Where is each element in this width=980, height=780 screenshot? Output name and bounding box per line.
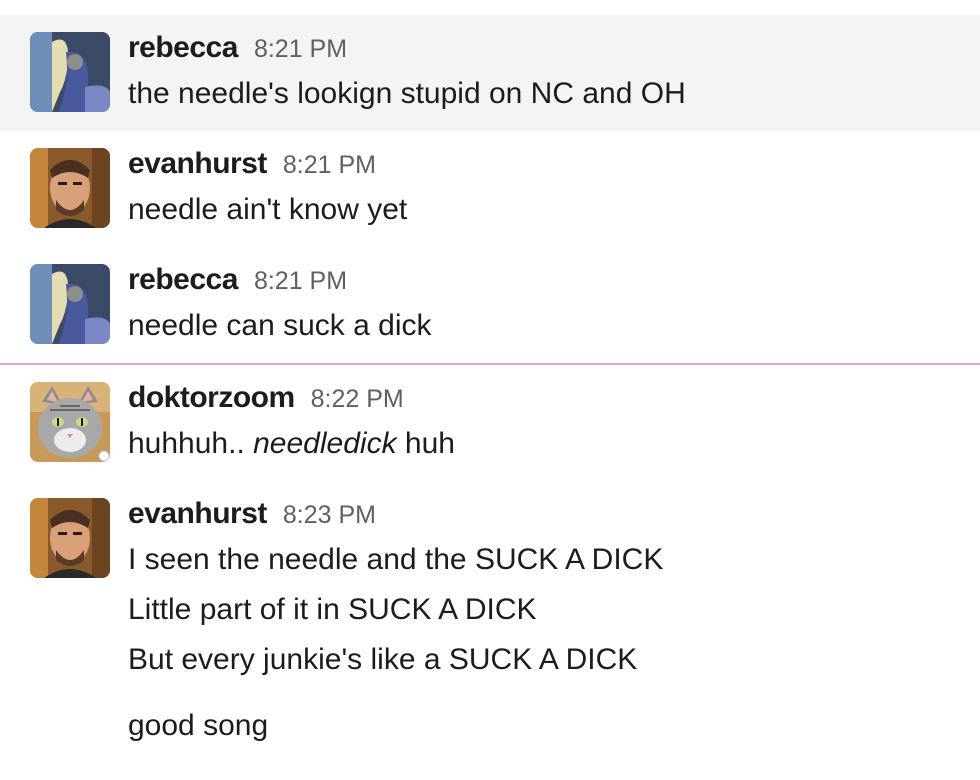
message-text-prefix: huhhuh.. bbox=[128, 427, 254, 460]
timestamp[interactable]: 8:21 PM bbox=[254, 35, 347, 64]
message-header: evanhurst 8:21 PM bbox=[128, 147, 960, 185]
username[interactable]: evanhurst bbox=[128, 497, 267, 531]
message-header: evanhurst 8:23 PM bbox=[128, 497, 960, 535]
message[interactable]: evanhurst 8:23 PM I seen the needle and … bbox=[0, 481, 980, 759]
evanhurst-avatar-icon bbox=[30, 498, 110, 578]
rebecca-avatar-icon bbox=[30, 264, 110, 344]
message-text: But every junkie's like a SUCK A DICK bbox=[128, 643, 638, 676]
message[interactable]: evanhurst 8:21 PM needle ain't know yet bbox=[0, 131, 980, 247]
message-header: rebecca 8:21 PM bbox=[128, 31, 960, 69]
message-text: needle can suck a dick bbox=[128, 309, 432, 342]
message-header: rebecca 8:21 PM bbox=[128, 263, 960, 301]
message-text: I seen the needle and the SUCK A DICK bbox=[128, 543, 664, 576]
username[interactable]: rebecca bbox=[128, 263, 238, 297]
message[interactable]: rebecca 8:21 PM needle can suck a dick bbox=[0, 247, 980, 363]
message-text: huhhuh.. needledick huh bbox=[128, 419, 960, 469]
avatar[interactable] bbox=[30, 382, 110, 462]
message-text: the needle's lookign stupid on NC and OH bbox=[128, 77, 686, 110]
message-text: Little part of it in SUCK A DICK bbox=[128, 593, 537, 626]
timestamp[interactable]: 8:21 PM bbox=[283, 151, 376, 180]
timestamp[interactable]: 8:23 PM bbox=[283, 501, 376, 530]
avatar[interactable] bbox=[30, 32, 110, 112]
message-list: rebecca 8:21 PM the needle's lookign stu… bbox=[0, 0, 980, 780]
timestamp[interactable]: 8:21 PM bbox=[254, 267, 347, 296]
avatar[interactable] bbox=[30, 264, 110, 344]
cat-avatar-icon bbox=[30, 382, 110, 462]
message-text: needle ain't know yet bbox=[128, 193, 408, 226]
message-text-italic: needledick bbox=[253, 427, 397, 460]
timestamp[interactable]: 8:22 PM bbox=[311, 385, 404, 414]
message[interactable]: doktorzoom 8:22 PM huhhuh.. needledick h… bbox=[0, 365, 980, 481]
message[interactable]: rebecca 8:21 PM the needle's lookign stu… bbox=[0, 15, 980, 131]
message-text: good song bbox=[128, 709, 269, 742]
avatar[interactable] bbox=[30, 148, 110, 228]
evanhurst-avatar-icon bbox=[30, 148, 110, 228]
username[interactable]: doktorzoom bbox=[128, 381, 295, 415]
rebecca-avatar-icon bbox=[30, 32, 110, 112]
username[interactable]: evanhurst bbox=[128, 147, 267, 181]
message-text-suffix: huh bbox=[396, 427, 455, 460]
avatar[interactable] bbox=[30, 498, 110, 578]
username[interactable]: rebecca bbox=[128, 31, 238, 65]
message-header: doktorzoom 8:22 PM bbox=[128, 381, 960, 419]
